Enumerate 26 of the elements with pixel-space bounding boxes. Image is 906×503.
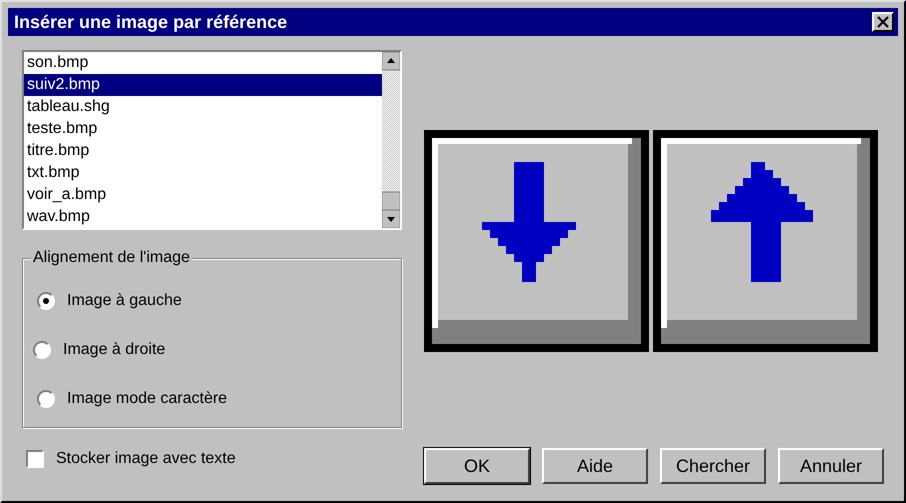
file-list-item[interactable]: voir_a.bmp — [24, 184, 382, 206]
radio-label: Image à droite — [63, 340, 166, 359]
file-list-item[interactable]: txt.bmp — [24, 162, 382, 184]
file-list-item[interactable]: tableau.shg — [24, 96, 382, 118]
radio-label: Image à gauche — [67, 292, 182, 310]
file-list-item[interactable]: suiv2.bmp — [24, 74, 382, 96]
radio-button[interactable] — [33, 340, 51, 359]
scrollbar-drawing[interactable] — [382, 52, 400, 228]
file-list[interactable]: son.bmp suiv2.bmp tableau.shg teste.bmp titre.bmp txt.bmp voir_a.bmp wav.bmp — [22, 50, 402, 230]
close-icon — [876, 16, 890, 28]
dialog-button[interactable]: OK — [424, 448, 530, 484]
dialog-button[interactable]: Chercher — [660, 448, 766, 484]
close-button[interactable] — [872, 12, 894, 32]
radio-button[interactable] — [37, 292, 55, 310]
dialog-button[interactable]: Aide — [542, 448, 648, 484]
dialog-button[interactable]: Annuler — [778, 448, 884, 484]
radio-label: Image mode caractère — [67, 390, 228, 408]
file-list-item[interactable]: teste.bmp — [24, 118, 382, 140]
file-list-item[interactable]: son.bmp — [24, 52, 382, 74]
file-list-item[interactable]: titre.bmp — [24, 140, 382, 162]
radio-button[interactable] — [37, 390, 55, 408]
window-title: Insérer une image par référence — [14, 12, 288, 32]
group-legend: Alignement de l'image — [31, 249, 192, 267]
checkbox[interactable] — [26, 450, 44, 468]
file-list-item[interactable]: wav.bmp — [24, 206, 382, 228]
checkbox-label: Stocker image avec texte — [56, 450, 236, 468]
